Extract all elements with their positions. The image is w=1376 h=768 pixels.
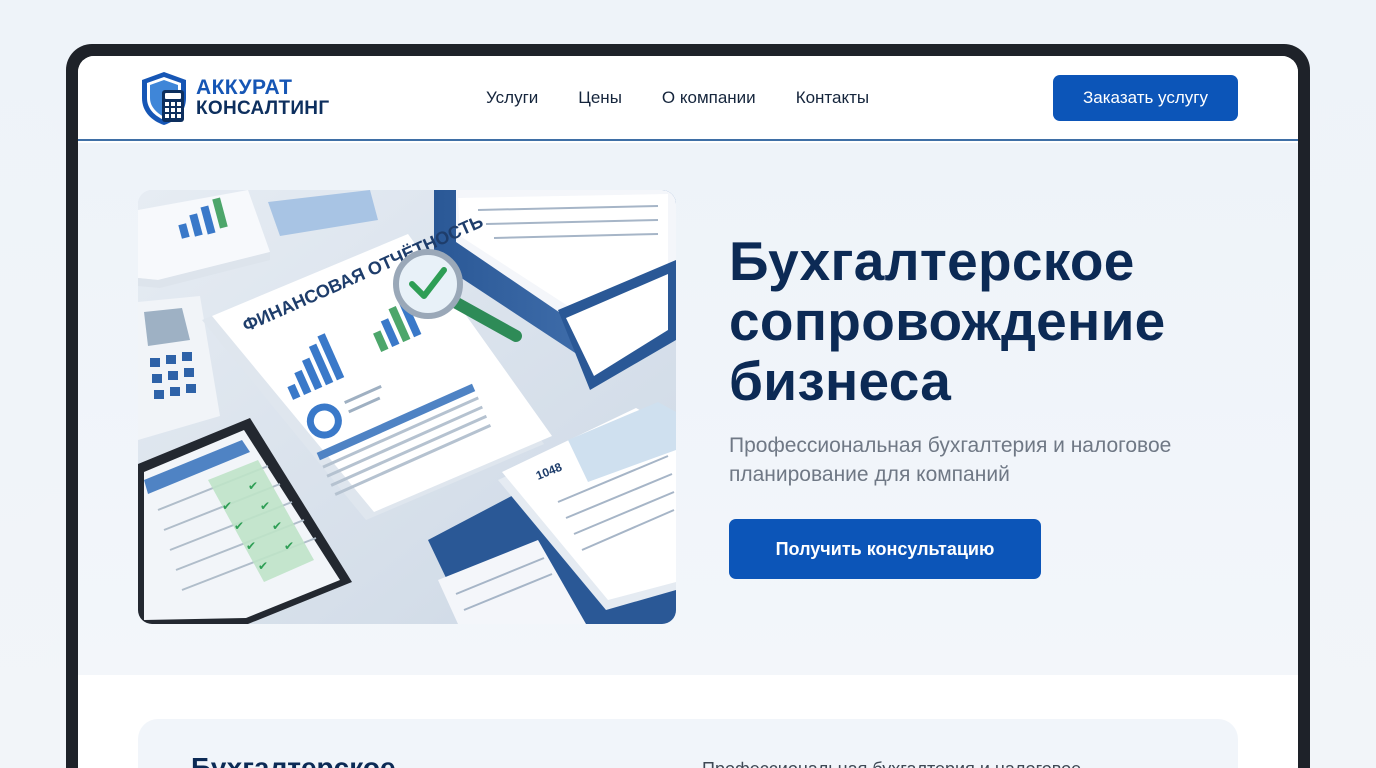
get-consultation-button[interactable]: Получить консультацию (729, 519, 1041, 579)
logo-line-2: КОНСАЛТИНГ (196, 98, 330, 119)
shield-calculator-icon (142, 72, 186, 125)
logo-line-1: АККУРАТ (196, 76, 293, 99)
hero-title: Бухгалтерское сопровождение бизнеса (729, 230, 1166, 412)
nav-item-about[interactable]: О компании (662, 86, 756, 110)
svg-text:✔: ✔ (260, 499, 270, 513)
nav-item-services[interactable]: Услуги (486, 86, 538, 110)
logo[interactable]: АККУРАТ КОНСАЛТИНГ (138, 70, 329, 126)
hero-illustration: ФИНАНСОВАЯ ОТЧЁТНОСТЬ ✔ ✔ ✔ ✔ ✔ ✔ ✔ ✔ 10… (138, 190, 676, 624)
nav-item-contacts[interactable]: Контакты (796, 86, 869, 110)
accounting-documents-illustration: ФИНАНСОВАЯ ОТЧЁТНОСТЬ ✔ ✔ ✔ ✔ ✔ ✔ ✔ ✔ 10… (138, 190, 676, 624)
order-service-button[interactable]: Заказать услугу (1053, 75, 1238, 121)
svg-text:✔: ✔ (222, 499, 232, 513)
svg-text:✔: ✔ (234, 519, 244, 533)
logo-text: АККУРАТ КОНСАЛТИНГ (196, 77, 329, 119)
nav-item-prices[interactable]: Цены (578, 86, 622, 110)
card-title: Бухгалтерское (191, 752, 396, 768)
svg-text:✔: ✔ (248, 479, 258, 493)
svg-text:✔: ✔ (258, 559, 268, 573)
main-nav: Услуги Цены О компании Контакты (486, 86, 909, 110)
svg-text:✔: ✔ (284, 539, 294, 553)
card-text: Профессиональная бухгалтерия и налоговое (702, 757, 1081, 768)
svg-text:✔: ✔ (272, 519, 282, 533)
browser-screen: АККУРАТ КОНСАЛТИНГ Услуги Цены О компани… (78, 56, 1298, 768)
svg-text:✔: ✔ (246, 539, 256, 553)
hero-section: ФИНАНСОВАЯ ОТЧЁТНОСТЬ ✔ ✔ ✔ ✔ ✔ ✔ ✔ ✔ 10… (78, 143, 1298, 675)
hero-subtitle: Профессиональная бухгалтерия и налоговое… (729, 434, 1172, 486)
site-header: АККУРАТ КОНСАЛТИНГ Услуги Цены О компани… (78, 56, 1298, 141)
info-card: Бухгалтерское Профессиональная бухгалтер… (138, 719, 1238, 768)
